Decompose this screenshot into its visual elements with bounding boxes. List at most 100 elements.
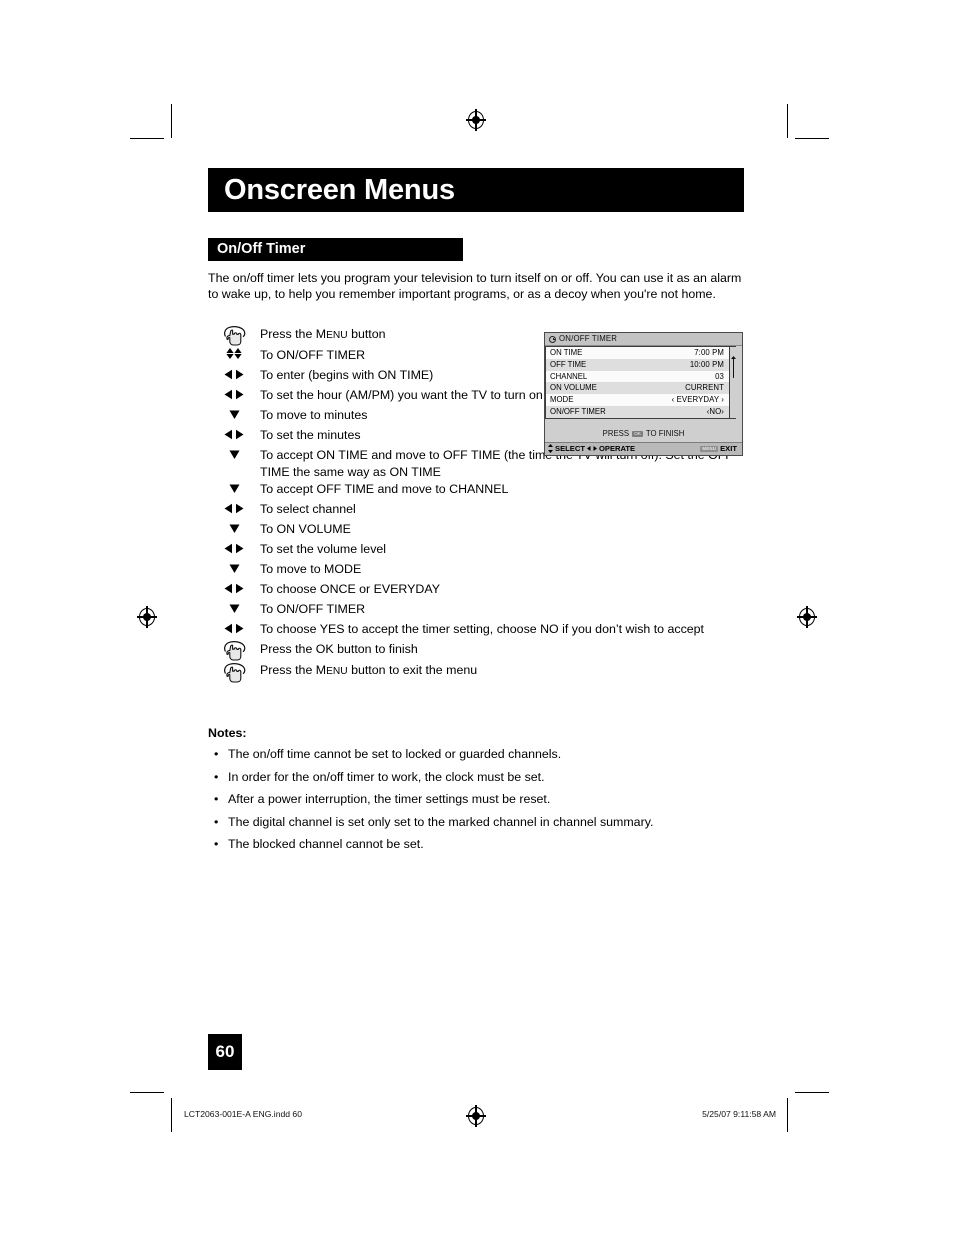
down-arrow-icon bbox=[229, 564, 239, 574]
scroll-up-indicator-icon bbox=[731, 356, 736, 378]
hand-press-button-icon bbox=[222, 325, 247, 346]
crop-mark-bottom-left-h bbox=[130, 1092, 164, 1093]
left-right-arrows-icon bbox=[586, 446, 597, 452]
osd-menu-footer: SELECT OPERATE MENU EXIT bbox=[545, 441, 742, 455]
bullet-icon: • bbox=[214, 769, 219, 784]
down-arrow-icon bbox=[229, 450, 239, 460]
clock-icon bbox=[549, 335, 556, 343]
registration-mark-right bbox=[797, 606, 817, 628]
manual-page: Onscreen Menus On/Off Timer The on/off t… bbox=[0, 0, 954, 1235]
note-item: • After a power interruption, the timer s… bbox=[214, 791, 754, 807]
registration-mark-top bbox=[466, 109, 486, 131]
left-right-arrows-icon bbox=[208, 500, 260, 520]
osd-menu-spacer bbox=[545, 418, 742, 426]
left-right-arrows-icon bbox=[224, 543, 244, 554]
down-arrow-icon bbox=[229, 524, 239, 534]
crop-mark-top-right-v bbox=[787, 104, 788, 138]
bullet-icon: • bbox=[214, 814, 219, 829]
down-arrow-icon bbox=[208, 446, 260, 466]
osd-menu-row[interactable]: MODE ‹ EVERYDAY › bbox=[545, 394, 730, 406]
step-text: Press the MENU button to exit the menu bbox=[260, 663, 478, 678]
down-arrow-icon bbox=[208, 560, 260, 580]
note-text: The digital channel is set only set to t… bbox=[228, 814, 654, 829]
down-arrow-icon bbox=[229, 484, 239, 494]
osd-press-post: TO FINISH bbox=[645, 428, 685, 438]
osd-menu-row[interactable]: ON VOLUME CURRENT bbox=[545, 382, 730, 395]
osd-menu-titlebar: ON/OFF TIMER bbox=[545, 333, 742, 346]
osd-row-label: ON VOLUME bbox=[550, 383, 597, 393]
step-item: To choose YES to accept the timer settin… bbox=[208, 620, 753, 640]
step-item: To ON/OFF TIMER bbox=[208, 600, 753, 620]
ok-button-chip-icon: OK bbox=[632, 430, 643, 437]
footer-rule-right bbox=[787, 1098, 788, 1132]
step-item: Press the OK button to finish bbox=[208, 640, 753, 662]
hand-press-button-icon bbox=[208, 640, 260, 662]
osd-menu-title: ON/OFF TIMER bbox=[559, 334, 618, 343]
step-item: To select channel bbox=[208, 500, 753, 520]
left-right-arrows-icon bbox=[224, 583, 244, 594]
left-right-arrows-icon bbox=[224, 430, 244, 440]
page-number: 60 bbox=[208, 1034, 242, 1070]
osd-row-value: ‹ EVERYDAY › bbox=[671, 395, 724, 405]
osd-menu-row[interactable]: OFF TIME 10:00 PM bbox=[545, 358, 730, 371]
step-text: To ON/OFF TIMER bbox=[260, 602, 366, 617]
crop-mark-top-right-h bbox=[795, 138, 829, 139]
left-right-arrows-icon bbox=[208, 540, 260, 560]
page-title: Onscreen Menus bbox=[208, 168, 744, 212]
osd-row-label: ON/OFF TIMER bbox=[550, 406, 606, 416]
menu-word: MENU bbox=[315, 663, 348, 678]
step-text: To choose YES to accept the timer settin… bbox=[260, 622, 705, 637]
step-item: To set the volume level bbox=[208, 540, 753, 560]
osd-row-label: ON TIME bbox=[550, 348, 583, 357]
section-title: On/Off Timer bbox=[208, 238, 463, 261]
down-arrow-icon bbox=[229, 410, 239, 420]
osd-row-value: CURRENT bbox=[685, 383, 724, 393]
down-arrow-icon bbox=[208, 406, 260, 426]
step-text: To select channel bbox=[260, 502, 356, 517]
osd-row-value: ‹NO› bbox=[706, 406, 724, 416]
up-down-arrows-icon bbox=[208, 346, 260, 366]
down-arrow-icon bbox=[208, 520, 260, 540]
bullet-icon: • bbox=[214, 792, 219, 806]
bullet-icon: • bbox=[214, 837, 219, 851]
osd-press-hint: PRESS OK TO FINISH bbox=[545, 425, 742, 442]
crop-mark-bottom-right-h bbox=[795, 1092, 829, 1093]
bullet-icon: • bbox=[214, 747, 219, 761]
down-arrow-icon bbox=[229, 604, 239, 614]
step-item: To ON VOLUME bbox=[208, 520, 753, 540]
registration-mark-bottom bbox=[466, 1105, 486, 1127]
left-right-arrows-icon bbox=[224, 623, 244, 634]
step-item: To choose ONCE or EVERYDAY bbox=[208, 580, 753, 600]
step-text: To choose ONCE or EVERYDAY bbox=[260, 582, 440, 597]
step-text: To move to MODE bbox=[260, 562, 362, 577]
note-item: • In order for the on/off timer to work, … bbox=[214, 769, 754, 785]
note-item: • The digital channel is set only set to … bbox=[214, 814, 754, 830]
step-text: Press the OK button to finish bbox=[260, 642, 418, 657]
print-footer-timestamp: 5/25/07 9:11:58 AM bbox=[702, 1109, 776, 1119]
up-down-arrows-icon bbox=[548, 444, 553, 454]
print-footer-filename: LCT2063-001E-A ENG.indd 60 bbox=[184, 1109, 302, 1119]
step-text: To set the volume level bbox=[260, 542, 387, 557]
osd-row-label: MODE bbox=[550, 395, 574, 405]
menu-button-chip-icon: MENU bbox=[700, 445, 719, 452]
step-text: To accept OFF TIME and move to CHANNEL bbox=[260, 482, 509, 497]
osd-row-value: 03 bbox=[715, 371, 724, 381]
note-text: In order for the on/off timer to work, t… bbox=[228, 769, 545, 784]
osd-menu-row[interactable]: CHANNEL 03 bbox=[545, 370, 730, 383]
note-item: • The on/off time cannot be set to locked… bbox=[214, 746, 754, 762]
osd-press-pre: PRESS bbox=[602, 428, 630, 438]
step-text: To ON VOLUME bbox=[260, 522, 351, 537]
osd-row-label: OFF TIME bbox=[550, 359, 587, 369]
note-text: The on/off time cannot be set to locked … bbox=[228, 747, 562, 761]
down-arrow-icon bbox=[208, 600, 260, 620]
note-item: • The blocked channel cannot be set. bbox=[214, 836, 754, 852]
osd-menu-rows: ON TIME 7:00 PM OFF TIME 10:00 PM CHANNEL 03 O… bbox=[545, 346, 736, 419]
up-down-arrows-icon bbox=[226, 348, 242, 360]
left-right-arrows-icon bbox=[208, 366, 260, 386]
osd-row-value: 7:00 PM bbox=[694, 348, 724, 357]
notes-heading: Notes: bbox=[208, 726, 247, 740]
osd-menu-row[interactable]: ON/OFF TIMER ‹NO› bbox=[545, 405, 730, 418]
osd-menu-row[interactable]: ON TIME 7:00 PM bbox=[545, 347, 730, 359]
note-text: The blocked channel cannot be set. bbox=[228, 837, 424, 851]
note-text: After a power interruption, the timer se… bbox=[228, 792, 551, 806]
